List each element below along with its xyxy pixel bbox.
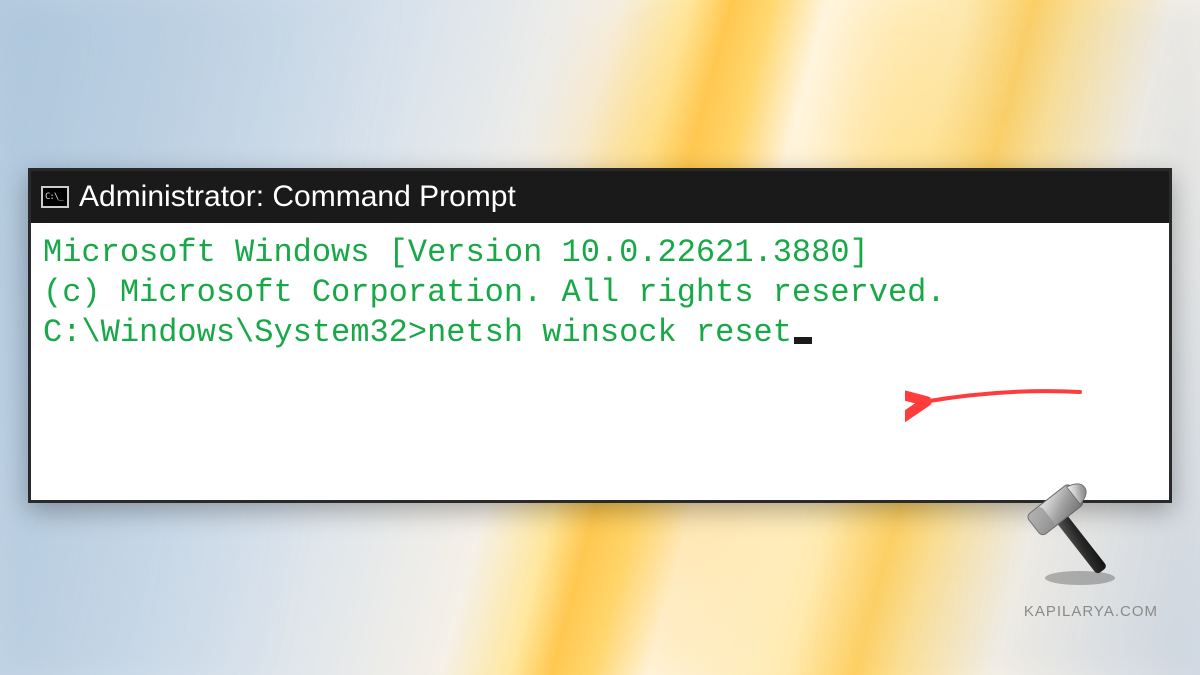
prompt-path: C:\Windows\System32>	[43, 314, 427, 351]
hammer-icon	[1020, 480, 1130, 590]
cmd-icon	[41, 186, 69, 208]
version-line: Microsoft Windows [Version 10.0.22621.38…	[43, 233, 1157, 273]
cursor-icon	[794, 337, 812, 344]
prompt-line: C:\Windows\System32>netsh winsock reset	[43, 313, 1157, 353]
watermark-text: KAPILARYA.COM	[1024, 603, 1158, 620]
terminal-output-area[interactable]: Microsoft Windows [Version 10.0.22621.38…	[31, 223, 1169, 363]
window-title: Administrator: Command Prompt	[79, 180, 516, 214]
window-titlebar[interactable]: Administrator: Command Prompt	[31, 171, 1169, 223]
command-prompt-window: Administrator: Command Prompt Microsoft …	[28, 168, 1172, 503]
copyright-line: (c) Microsoft Corporation. All rights re…	[43, 273, 1157, 313]
typed-command: netsh winsock reset	[427, 314, 792, 351]
